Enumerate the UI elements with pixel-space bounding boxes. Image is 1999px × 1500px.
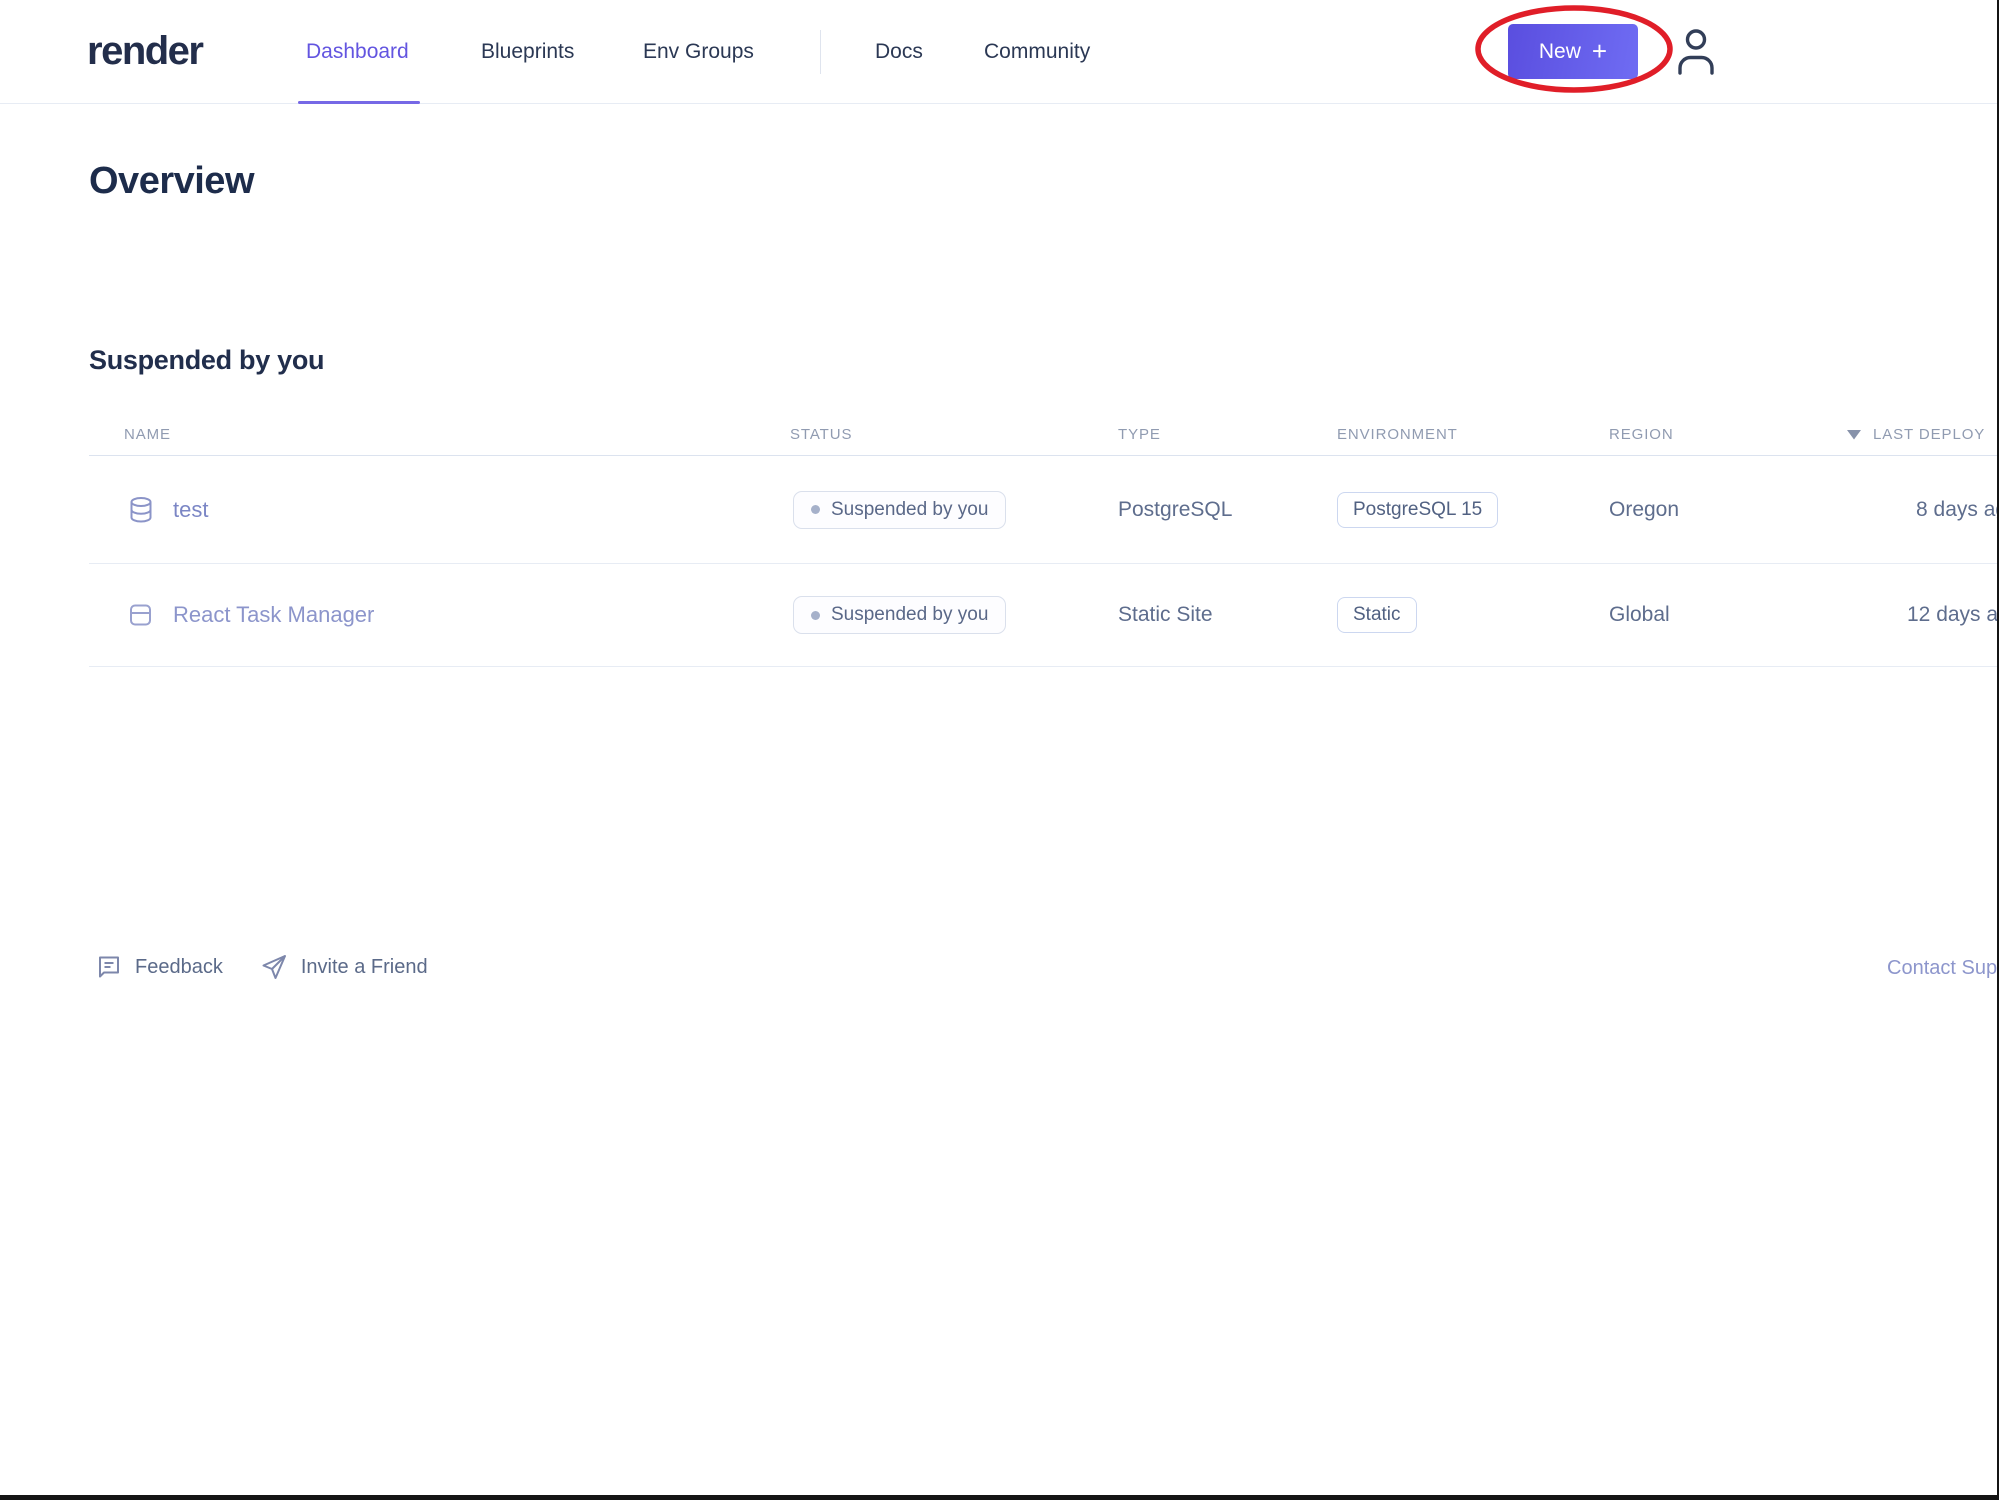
table-row[interactable]: React Task Manager Suspended by you Stat…: [89, 564, 1999, 667]
footer: Feedback Invite a Friend: [96, 948, 428, 986]
database-icon: [129, 496, 153, 523]
nav-dashboard-label: Dashboard: [306, 40, 409, 64]
nav-blueprints-label: Blueprints: [481, 40, 574, 64]
table-header-row: NAME STATUS TYPE ENVIRONMENT REGION LAST…: [89, 420, 1999, 456]
feedback-bubble-icon: [96, 954, 122, 980]
status-badge-label: Suspended by you: [831, 604, 988, 626]
invite-label: Invite a Friend: [301, 956, 428, 979]
feedback-link[interactable]: Feedback: [96, 954, 223, 980]
service-name-link[interactable]: React Task Manager: [173, 602, 374, 628]
type-cell: PostgreSQL: [1118, 498, 1232, 522]
page-title: Overview: [89, 160, 254, 203]
invite-a-friend-link[interactable]: Invite a Friend: [260, 953, 428, 981]
nav-item-dashboard[interactable]: Dashboard: [306, 0, 409, 103]
sort-descending-icon: [1847, 430, 1861, 440]
nav-community-label: Community: [984, 40, 1090, 64]
column-header-region[interactable]: REGION: [1609, 426, 1674, 443]
nav-item-community[interactable]: Community: [984, 0, 1090, 103]
render-dashboard-page: render Dashboard Blueprints Env Groups D…: [0, 0, 1999, 1500]
services-table: NAME STATUS TYPE ENVIRONMENT REGION LAST…: [89, 420, 1999, 667]
feedback-label: Feedback: [135, 956, 223, 979]
static-site-icon: [129, 603, 152, 627]
environment-badge-label: PostgreSQL 15: [1353, 499, 1482, 521]
person-icon: [1675, 27, 1717, 75]
status-badge: Suspended by you: [793, 491, 1006, 529]
column-header-last-deploy-label: LAST DEPLOY: [1873, 426, 1985, 443]
nav-env-groups-label: Env Groups: [643, 40, 754, 64]
new-button-label: New: [1539, 40, 1581, 64]
nav-docs-label: Docs: [875, 40, 923, 64]
column-header-type[interactable]: TYPE: [1118, 426, 1161, 443]
environment-badge-label: Static: [1353, 604, 1401, 626]
column-header-environment[interactable]: ENVIRONMENT: [1337, 426, 1458, 443]
column-header-name[interactable]: NAME: [124, 426, 171, 443]
environment-badge: PostgreSQL 15: [1337, 492, 1498, 528]
table-row[interactable]: test Suspended by you PostgreSQL Postgre…: [89, 456, 1999, 564]
contact-support-link[interactable]: Contact Support: [1887, 957, 1999, 980]
environment-badge: Static: [1337, 597, 1417, 633]
active-tab-underline: [298, 101, 420, 104]
render-logo[interactable]: render: [87, 0, 203, 103]
nav-item-env-groups[interactable]: Env Groups: [643, 0, 754, 103]
column-header-status[interactable]: STATUS: [790, 426, 852, 443]
status-badge: Suspended by you: [793, 596, 1006, 634]
nav-divider: [820, 30, 821, 74]
nav-item-docs[interactable]: Docs: [875, 0, 923, 103]
user-avatar-button[interactable]: [1674, 26, 1718, 76]
status-badge-label: Suspended by you: [831, 499, 988, 521]
window-bottom-edge: [0, 1495, 1999, 1500]
type-cell: Static Site: [1118, 603, 1213, 627]
top-navigation-bar: render Dashboard Blueprints Env Groups D…: [0, 0, 1999, 104]
region-cell: Global: [1609, 603, 1670, 627]
environment-cell: Static: [1337, 597, 1417, 633]
plus-icon: +: [1592, 38, 1607, 64]
region-cell: Oregon: [1609, 498, 1679, 522]
new-button[interactable]: New +: [1508, 24, 1638, 79]
status-cell: Suspended by you: [793, 596, 1006, 634]
status-dot-icon: [811, 611, 820, 620]
last-deploy-cell: 8 days ago: [1916, 498, 1999, 522]
last-deploy-cell: 12 days ago: [1907, 603, 1999, 627]
nav-item-blueprints[interactable]: Blueprints: [481, 0, 574, 103]
status-cell: Suspended by you: [793, 491, 1006, 529]
environment-cell: PostgreSQL 15: [1337, 492, 1498, 528]
status-dot-icon: [811, 505, 820, 514]
section-title-suspended: Suspended by you: [89, 345, 324, 376]
paper-plane-icon: [260, 953, 288, 981]
service-name-link[interactable]: test: [173, 497, 208, 523]
column-header-last-deploy[interactable]: LAST DEPLOY: [1847, 426, 1985, 443]
